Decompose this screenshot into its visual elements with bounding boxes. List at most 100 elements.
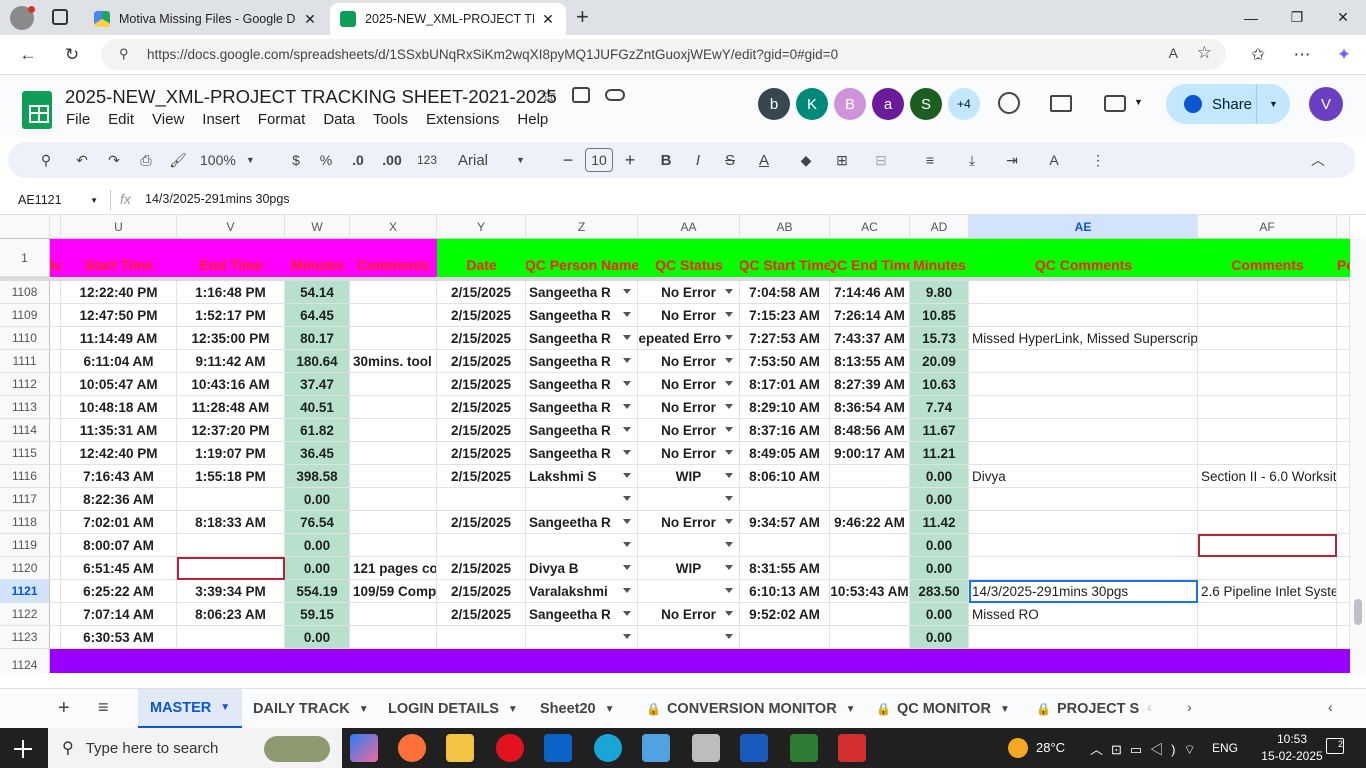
table-cell[interactable] [830,557,910,580]
table-cell[interactable] [50,580,61,603]
percent-format-button[interactable]: % [316,142,336,178]
version-history-icon[interactable] [998,92,1020,114]
table-cell[interactable]: 283.50 [910,580,969,603]
dropdown-arrow-icon[interactable] [623,427,631,432]
table-cell[interactable]: Sangeetha R [526,442,638,465]
table-cell[interactable]: 59.15 [285,603,350,626]
table-cell[interactable]: 6:30:53 AM [61,626,177,649]
table-cell[interactable]: No Error [638,603,740,626]
table-cell[interactable] [1337,534,1350,557]
table-cell[interactable]: Sangeetha R [526,396,638,419]
table-cell[interactable]: 7:43:37 AM [830,327,910,350]
table-cell[interactable]: 11.21 [910,442,969,465]
table-cell[interactable]: 2/15/2025 [437,603,526,626]
table-cell[interactable] [969,373,1198,396]
table-cell[interactable]: 0.00 [910,488,969,511]
column-header[interactable]: AE [969,215,1198,239]
dropdown-arrow-icon[interactable] [623,496,631,501]
table-cell[interactable] [177,626,285,649]
dropdown-arrow-icon[interactable] [623,611,631,616]
row-header[interactable]: 1118 [0,511,50,534]
table-cell[interactable]: 2/15/2025 [437,373,526,396]
table-cell[interactable]: Sangeetha R [526,327,638,350]
header-cell[interactable]: QC End Time [830,239,910,277]
table-cell[interactable]: Sangeetha R [526,419,638,442]
table-cell[interactable]: 2/15/2025 [437,304,526,327]
reload-icon[interactable]: ↻ [58,41,86,69]
table-cell[interactable] [969,419,1198,442]
table-cell[interactable] [1198,488,1337,511]
windows-start-icon[interactable] [14,740,32,758]
table-cell[interactable] [50,396,61,419]
collaborator-avatar[interactable]: b [758,88,790,120]
table-cell[interactable]: 2/15/2025 [437,419,526,442]
table-cell[interactable]: 11:14:49 AM [61,327,177,350]
italic-icon[interactable]: I [688,142,708,178]
dropdown-arrow-icon[interactable] [725,473,733,478]
row-header[interactable]: 1 [0,239,50,277]
header-cell[interactable]: Pe [1337,239,1350,277]
menu-tools[interactable]: Tools [373,111,408,128]
column-header[interactable]: V [177,215,285,239]
table-cell[interactable] [969,281,1198,304]
table-cell[interactable]: Varalakshmi [526,580,638,603]
table-cell[interactable]: 7:15:23 AM [740,304,830,327]
table-cell[interactable]: 12:22:40 PM [61,281,177,304]
table-cell[interactable]: 12:47:50 PM [61,304,177,327]
dropdown-arrow-icon[interactable] [725,289,733,294]
sheet-tab-master[interactable]: MASTER ▼ [138,689,243,729]
table-cell[interactable]: Divya B [526,557,638,580]
table-cell[interactable] [1198,557,1337,580]
sheet-tab-conversion-monitor[interactable]: 🔒 CONVERSION MONITOR ▼ [646,689,856,729]
clock-time[interactable]: 10:53 [1262,732,1322,746]
table-cell[interactable] [1198,603,1337,626]
table-cell[interactable]: 8:17:01 AM [740,373,830,396]
language-indicator[interactable]: ENG [1212,741,1238,755]
highlighted-row[interactable] [50,649,1350,673]
document-title[interactable]: 2025-NEW_XML-PROJECT TRACKING SHEET-2021… [65,86,557,108]
table-cell[interactable] [638,580,740,603]
header-cell[interactable]: QC Status [638,239,740,277]
table-cell[interactable]: 180.64 [285,350,350,373]
table-cell[interactable] [1198,442,1337,465]
menu-help[interactable]: Help [517,111,548,128]
table-cell[interactable]: 7:02:01 AM [61,511,177,534]
header-cell[interactable]: QC Start Time [740,239,830,277]
table-cell[interactable] [1337,442,1350,465]
table-cell[interactable]: Lakshmi S [526,465,638,488]
table-cell[interactable]: 10.63 [910,373,969,396]
decrease-font-size-icon[interactable]: − [558,142,578,178]
table-cell[interactable] [50,626,61,649]
table-cell[interactable]: No Error [638,511,740,534]
tab-actions-icon[interactable] [52,9,68,25]
close-tab-icon[interactable]: ✕ [540,11,556,28]
share-button[interactable]: Share ▼ [1166,84,1290,124]
table-cell[interactable] [1337,373,1350,396]
table-cell[interactable]: 8:13:55 AM [830,350,910,373]
sheet-tab-sheet20[interactable]: Sheet20 ▼ [540,689,615,729]
table-cell[interactable]: 10.85 [910,304,969,327]
close-tab-icon[interactable]: ✕ [302,11,318,28]
read-aloud-icon[interactable]: A [1169,45,1178,61]
comments-icon[interactable] [1050,95,1072,112]
table-cell[interactable]: 15.73 [910,327,969,350]
table-cell[interactable]: 11:28:48 AM [177,396,285,419]
collapse-side-panel-icon[interactable]: ‹ [1328,699,1333,715]
sheet-tab-project-s[interactable]: 🔒 PROJECT S [1036,689,1139,729]
dropdown-arrow-icon[interactable] [725,404,733,409]
table-cell[interactable]: 2/15/2025 [437,465,526,488]
table-cell[interactable]: 8:49:05 AM [740,442,830,465]
table-cell[interactable] [969,304,1198,327]
sheet-menu-icon[interactable]: ▼ [359,704,369,715]
table-cell[interactable] [740,488,830,511]
favorites-bar-icon[interactable]: ✩ [1244,41,1272,69]
table-cell[interactable]: 64.45 [285,304,350,327]
table-cell[interactable]: 2.6 Pipeline Inlet System [1198,580,1337,603]
table-cell[interactable]: No Error [638,373,740,396]
table-cell[interactable]: 6:51:45 AM [61,557,177,580]
dropdown-arrow-icon[interactable] [725,358,733,363]
share-dropdown-icon[interactable]: ▼ [1256,84,1290,124]
header-cell[interactable]: End Time [177,239,285,277]
table-cell[interactable]: 11.67 [910,419,969,442]
table-cell[interactable]: 0.00 [285,534,350,557]
